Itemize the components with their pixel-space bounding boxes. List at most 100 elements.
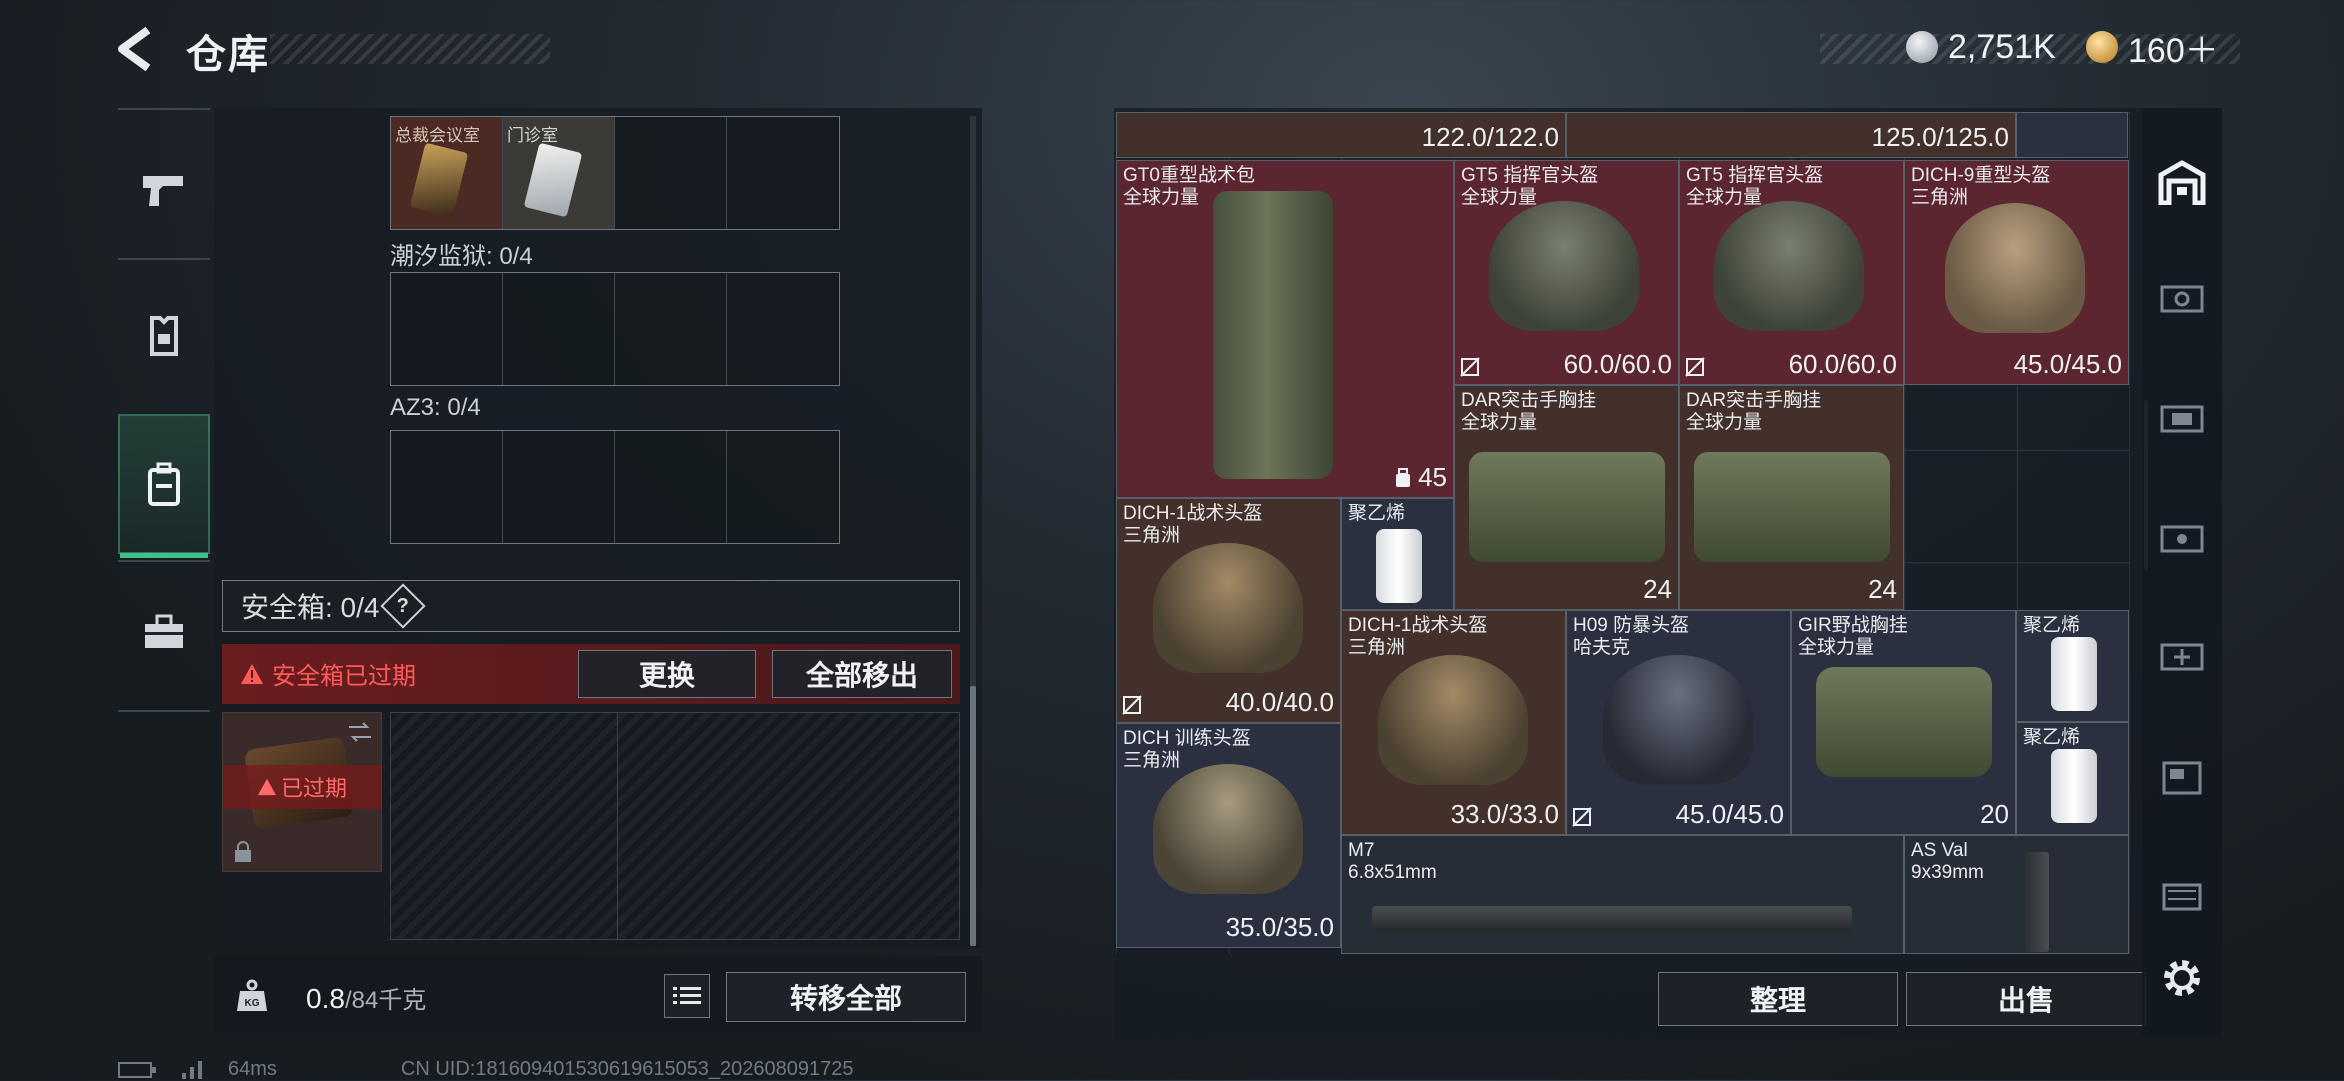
polyethylene-image: [2051, 749, 2097, 823]
inventory-item[interactable]: DICH-9重型头盔 三角洲 45.0/45.0: [1904, 160, 2129, 385]
inventory-item[interactable]: GT5 指挥官头盔 全球力量 60.0/60.0: [1679, 160, 1904, 385]
title-decoration: [270, 34, 550, 64]
filter-misc[interactable]: [2150, 862, 2214, 926]
filter-collectibles[interactable]: [2150, 744, 2214, 808]
inventory-item[interactable]: DICH-1战术头盔 三角洲 40.0/40.0: [1116, 498, 1341, 723]
polyethylene-image: [2051, 637, 2097, 711]
inventory-item[interactable]: 聚乙烯: [1341, 498, 1454, 610]
help-icon[interactable]: ?: [380, 583, 427, 629]
replace-button[interactable]: 更换: [578, 650, 756, 698]
chest-rig-image: [1816, 667, 1992, 777]
backpack-icon: [148, 462, 180, 506]
inventory-item[interactable]: DICH-1战术头盔 三角洲 33.0/33.0: [1341, 610, 1566, 835]
container-label: 潮汐监狱: 0/4: [390, 243, 533, 270]
empty-slot[interactable]: [391, 431, 503, 543]
rail-backpack[interactable]: [118, 414, 210, 558]
inventory-item[interactable]: 聚乙烯: [2016, 610, 2129, 722]
inventory-item[interactable]: GIR野战胸挂 全球力量 20: [1791, 610, 2016, 835]
rifle-image: [2025, 852, 2049, 952]
medical-icon: [2160, 643, 2204, 671]
filter-all[interactable]: [2150, 150, 2214, 214]
attachment-icon: [2160, 285, 2204, 313]
transfer-all-button[interactable]: 转移全部: [726, 972, 966, 1022]
inventory-item[interactable]: GT5 指挥官头盔 全球力量 60.0/60.0: [1454, 160, 1679, 385]
toolbox-icon: [145, 614, 183, 648]
sort-button[interactable]: 整理: [1658, 972, 1898, 1026]
collectible-icon: [2162, 761, 2202, 795]
helmet-image: [1714, 201, 1864, 331]
svg-text:KG: KG: [245, 998, 260, 1009]
pistol-icon: [143, 176, 183, 206]
currency-silver: 2,751K: [1906, 26, 2056, 68]
keycard-gold-icon: [409, 142, 469, 218]
container-grid-2: [390, 272, 840, 386]
keycard-silver-icon: [523, 142, 583, 218]
inventory-item[interactable]: H09 防暴头盔 哈夫克 45.0/45.0: [1566, 610, 1791, 835]
inventory-item[interactable]: DAR突击手胸挂 全球力量 24: [1454, 385, 1679, 610]
silver-coin-icon: [1906, 31, 1938, 63]
rail-toolbox[interactable]: [118, 562, 210, 702]
safebox-slot[interactable]: 已过期: [222, 712, 382, 872]
helmet-image: [1153, 543, 1303, 673]
lock-icon: [235, 841, 251, 862]
misc-icon: [2162, 883, 2202, 911]
filter-medical[interactable]: [2150, 622, 2214, 686]
armor-icon: [150, 316, 178, 356]
weight-readout: 0.8/84千克: [306, 983, 427, 1014]
inventory-item[interactable]: 125.0/125.0: [1566, 112, 2016, 158]
remove-all-button[interactable]: 全部移出: [772, 650, 952, 698]
rail-divider: [118, 108, 210, 110]
inventory-item[interactable]: 122.0/122.0: [1116, 112, 1566, 158]
keycard-slot[interactable]: 总裁会议室: [391, 117, 503, 229]
gold-coin-icon: [2086, 31, 2118, 63]
no-repair-icon: [1572, 807, 1592, 827]
swap-icon[interactable]: [347, 721, 373, 743]
empty-slot[interactable]: [615, 273, 727, 385]
rail-divider: [118, 258, 210, 260]
warning-icon: [241, 663, 263, 684]
no-repair-icon: [1122, 695, 1142, 715]
weight-icon: KG: [232, 976, 272, 1016]
list-icon: [673, 987, 701, 1004]
helmet-image: [1603, 655, 1753, 785]
page-title: 仓库: [186, 33, 270, 77]
container-scrollbar[interactable]: [970, 686, 976, 946]
inventory-item[interactable]: DICH 训练头盔 三角洲 35.0/35.0: [1116, 723, 1341, 948]
polyethylene-image: [1376, 529, 1422, 603]
no-repair-icon: [1460, 357, 1480, 377]
empty-slot[interactable]: [503, 273, 615, 385]
helmet-image: [1153, 764, 1303, 894]
sell-button[interactable]: 出售: [1906, 972, 2146, 1026]
empty-slot[interactable]: [391, 273, 503, 385]
rail-weapon[interactable]: [118, 120, 210, 260]
inventory-item[interactable]: DAR突击手胸挂 全球力量 24: [1679, 385, 1904, 610]
inventory-item[interactable]: GT0重型战术包 全球力量 45: [1116, 160, 1454, 498]
container-grid-1: 总裁会议室 门诊室: [390, 116, 840, 230]
keycard-slot[interactable]: 门诊室: [503, 117, 615, 229]
settings-button[interactable]: [2150, 946, 2214, 1010]
grid-divider: [617, 713, 618, 939]
empty-slot[interactable]: [503, 431, 615, 543]
rail-armor[interactable]: [118, 266, 210, 406]
inventory-item[interactable]: 聚乙烯: [2016, 722, 2129, 835]
chest-rig-image: [1469, 452, 1665, 562]
filter-weapon-attachment[interactable]: [2150, 264, 2214, 328]
list-view-button[interactable]: [664, 974, 710, 1018]
signal-icon: [182, 1060, 202, 1079]
empty-slot[interactable]: [727, 431, 839, 543]
empty-slot[interactable]: [727, 117, 839, 229]
empty-slot[interactable]: [727, 273, 839, 385]
empty-slot[interactable]: [615, 431, 727, 543]
inventory-item[interactable]: [2016, 112, 2128, 158]
filter-equipment[interactable]: [2150, 504, 2214, 568]
rail-divider: [118, 710, 210, 712]
inventory-item[interactable]: M7 6.8x51mm: [1341, 835, 1904, 954]
expired-slot-label: 已过期: [223, 765, 381, 809]
inventory-viewport: 122.0/122.0 125.0/125.0 GT0重型战术包 全球力量 45 …: [1116, 112, 2130, 954]
safebox-grid: [390, 712, 960, 940]
empty-slot[interactable]: [615, 117, 727, 229]
back-button[interactable]: [112, 24, 156, 74]
filter-ammo[interactable]: [2150, 384, 2214, 448]
inventory-item[interactable]: AS Val 9x39mm: [1904, 835, 2129, 954]
backpack-image: [1213, 191, 1333, 479]
